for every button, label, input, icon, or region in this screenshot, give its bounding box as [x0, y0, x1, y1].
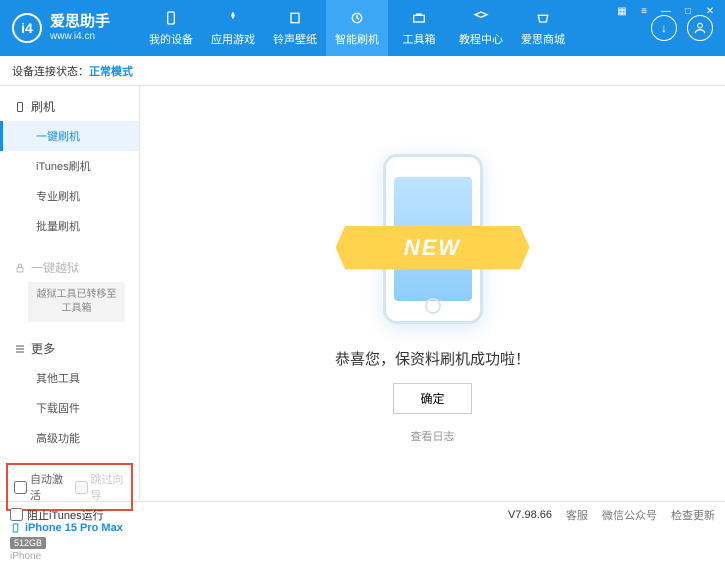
- minimize-button[interactable]: —: [659, 4, 673, 18]
- success-illustration: NEW: [358, 144, 508, 334]
- flash-group-icon: [14, 101, 26, 113]
- footer-link-update[interactable]: 检查更新: [671, 507, 715, 523]
- ringtone-icon: [286, 9, 304, 27]
- device-name: iPhone 15 Pro Max: [25, 522, 123, 534]
- nav-toolbox[interactable]: 工具箱: [388, 0, 450, 56]
- titlebar: i4 爱思助手 www.i4.cn 我的设备 应用游戏 铃声壁纸 智能刷机 工具…: [0, 0, 725, 56]
- download-icon: ↓: [661, 21, 667, 35]
- status-label: 设备连接状态：: [12, 63, 89, 79]
- new-badge: NEW: [336, 226, 530, 270]
- footer-link-support[interactable]: 客服: [566, 507, 588, 523]
- flash-icon: [348, 9, 366, 27]
- nav-tutorial[interactable]: 教程中心: [450, 0, 512, 56]
- device-icon: [162, 9, 180, 27]
- status-bar: 设备连接状态： 正常模式: [0, 56, 725, 86]
- block-itunes-checkbox[interactable]: 阻止iTunes运行: [10, 507, 104, 523]
- window-controls: ▦ ≡ — □ ✕: [615, 4, 717, 18]
- sidebar-item-pro-flash[interactable]: 专业刷机: [0, 181, 139, 211]
- nav-apps[interactable]: 应用游戏: [202, 0, 264, 56]
- download-button[interactable]: ↓: [651, 15, 677, 41]
- toolbox-icon: [410, 9, 428, 27]
- lock-icon: [14, 262, 26, 274]
- device-storage: 512GB: [10, 537, 46, 549]
- skip-setup-checkbox[interactable]: 跳过向导: [75, 471, 126, 503]
- sidebar: 刷机 一键刷机 iTunes刷机 专业刷机 批量刷机 一键越狱 越狱工具已转移至…: [0, 86, 140, 501]
- phone-icon: [10, 521, 21, 535]
- sidebar-item-itunes-flash[interactable]: iTunes刷机: [0, 151, 139, 181]
- content-area: NEW 恭喜您，保资料刷机成功啦！ 确定 查看日志: [140, 86, 725, 501]
- sidebar-item-other-tools[interactable]: 其他工具: [0, 363, 139, 393]
- sidebar-flash-title[interactable]: 刷机: [0, 92, 139, 121]
- tutorial-icon: [472, 9, 490, 27]
- app-name: 爱思助手: [50, 14, 110, 31]
- top-nav: 我的设备 应用游戏 铃声壁纸 智能刷机 工具箱 教程中心 爱思商城: [140, 0, 651, 56]
- logo: i4 爱思助手 www.i4.cn: [12, 13, 110, 43]
- sidebar-jailbreak-title: 一键越狱: [0, 253, 139, 282]
- user-button[interactable]: [687, 15, 713, 41]
- nav-ringtone[interactable]: 铃声壁纸: [264, 0, 326, 56]
- device-info: iPhone 15 Pro Max 512GB iPhone: [0, 515, 139, 568]
- footer-link-wechat[interactable]: 微信公众号: [602, 507, 657, 523]
- menu-button[interactable]: ▦: [615, 4, 629, 18]
- success-message: 恭喜您，保资料刷机成功啦！: [335, 348, 530, 369]
- sidebar-item-advanced[interactable]: 高级功能: [0, 423, 139, 453]
- jailbreak-note: 越狱工具已转移至工具箱: [28, 282, 125, 322]
- ok-button[interactable]: 确定: [393, 383, 471, 414]
- device-type: iPhone: [10, 551, 129, 562]
- nav-my-device[interactable]: 我的设备: [140, 0, 202, 56]
- close-button[interactable]: ✕: [703, 4, 717, 18]
- list-icon: [14, 343, 26, 355]
- version-label: V7.98.66: [508, 509, 552, 521]
- auto-activate-checkbox[interactable]: 自动激活: [14, 471, 65, 503]
- sidebar-item-oneclick-flash[interactable]: 一键刷机: [0, 121, 139, 151]
- compact-button[interactable]: ≡: [637, 4, 651, 18]
- logo-icon: i4: [12, 13, 42, 43]
- store-icon: [534, 9, 552, 27]
- user-icon: [693, 21, 707, 35]
- sidebar-more-title[interactable]: 更多: [0, 334, 139, 363]
- view-log-link[interactable]: 查看日志: [411, 428, 455, 444]
- sidebar-item-batch-flash[interactable]: 批量刷机: [0, 211, 139, 241]
- nav-flash[interactable]: 智能刷机: [326, 0, 388, 56]
- maximize-button[interactable]: □: [681, 4, 695, 18]
- nav-store[interactable]: 爱思商城: [512, 0, 574, 56]
- sidebar-item-download-firmware[interactable]: 下载固件: [0, 393, 139, 423]
- app-url: www.i4.cn: [50, 31, 110, 42]
- activation-options: 自动激活 跳过向导: [6, 463, 133, 511]
- status-mode: 正常模式: [89, 63, 133, 79]
- apps-icon: [224, 9, 242, 27]
